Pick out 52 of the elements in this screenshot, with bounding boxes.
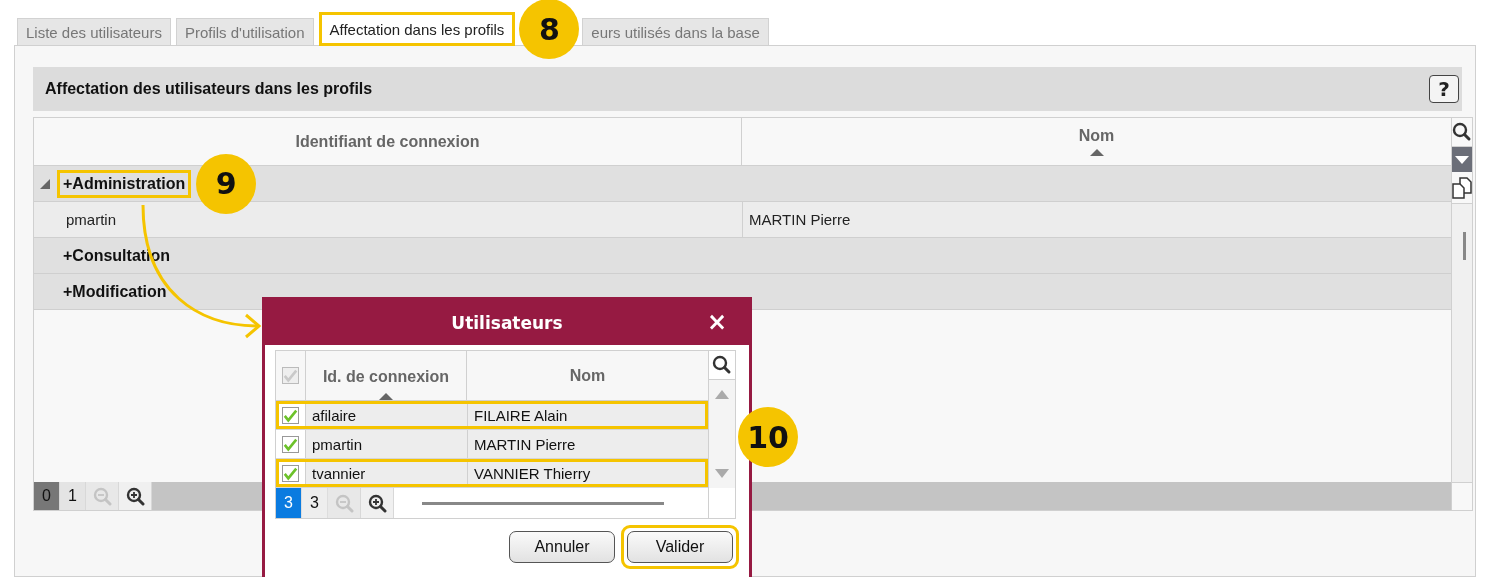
table-cell: pmartin bbox=[305, 430, 467, 458]
row-checkbox[interactable] bbox=[282, 435, 299, 453]
panel-title: Affectation des utilisateurs dans les profils bbox=[45, 80, 373, 98]
page-button[interactable]: 1 bbox=[60, 482, 86, 510]
search-button[interactable] bbox=[1452, 118, 1472, 147]
zoom-out-icon bbox=[92, 486, 112, 506]
table-cell-text: MARTIN Pierre bbox=[748, 210, 852, 230]
row-checkbox[interactable] bbox=[282, 406, 299, 424]
checkmark-icon bbox=[283, 407, 298, 423]
table-row[interactable]: afilaire FILAIRE Alain bbox=[276, 401, 709, 430]
zoom-in-button[interactable] bbox=[361, 488, 394, 518]
callout-badge: 10 bbox=[738, 407, 798, 467]
zoom-in-button[interactable] bbox=[119, 482, 152, 510]
checkmark-icon bbox=[283, 436, 298, 452]
tab[interactable]: Liste des utilisateurs bbox=[17, 18, 171, 45]
page-button[interactable]: 3 bbox=[302, 488, 328, 518]
search-icon bbox=[712, 355, 733, 375]
copy-button[interactable] bbox=[1452, 172, 1472, 204]
dialog-button[interactable]: Annuler bbox=[509, 531, 615, 563]
expanded-triangle-icon[interactable] bbox=[40, 178, 50, 189]
search-button[interactable] bbox=[709, 351, 735, 380]
dialog-button[interactable]: Valider bbox=[627, 531, 733, 563]
dropdown-button[interactable] bbox=[1452, 147, 1472, 172]
page-button[interactable]: 0 bbox=[34, 482, 60, 510]
dialog-title: Utilisateurs bbox=[451, 312, 563, 333]
callout-badge: 9 bbox=[196, 153, 257, 214]
tab[interactable]: eurs utilisés dans la base bbox=[582, 18, 769, 45]
table-row[interactable]: pmartin MARTIN Pierre bbox=[276, 430, 709, 459]
table-row[interactable]: tvannier VANNIER Thierry bbox=[276, 459, 709, 488]
zoom-out-icon bbox=[334, 493, 354, 513]
caret-icon bbox=[1455, 155, 1469, 164]
column-header[interactable]: Nom bbox=[742, 118, 1451, 165]
row-checkbox[interactable] bbox=[282, 464, 299, 482]
tab[interactable]: Profils d'utilisation bbox=[175, 18, 314, 45]
table-cell: pmartin bbox=[34, 202, 743, 237]
checkmark-icon bbox=[283, 465, 298, 481]
scroll-thumb[interactable] bbox=[1463, 232, 1466, 260]
column-label: Id. de connexion bbox=[322, 368, 450, 386]
help-button[interactable]: ? bbox=[1429, 75, 1459, 103]
scroll-down-icon[interactable] bbox=[715, 469, 730, 478]
horizontal-scrollbar[interactable] bbox=[422, 501, 664, 505]
group-label: +Modification bbox=[62, 281, 168, 302]
column-label: Identifiant de connexion bbox=[295, 132, 480, 151]
scroll-up-icon[interactable] bbox=[715, 390, 730, 399]
column-label: Nom bbox=[1078, 127, 1115, 145]
zoom-in-icon bbox=[367, 493, 387, 513]
column-label: Nom bbox=[569, 366, 606, 385]
checkmark-icon bbox=[283, 368, 298, 383]
zoom-in-icon bbox=[125, 486, 145, 506]
search-icon bbox=[1452, 122, 1472, 142]
page-button[interactable]: 3 bbox=[276, 488, 302, 518]
close-button[interactable]: × bbox=[702, 308, 731, 336]
